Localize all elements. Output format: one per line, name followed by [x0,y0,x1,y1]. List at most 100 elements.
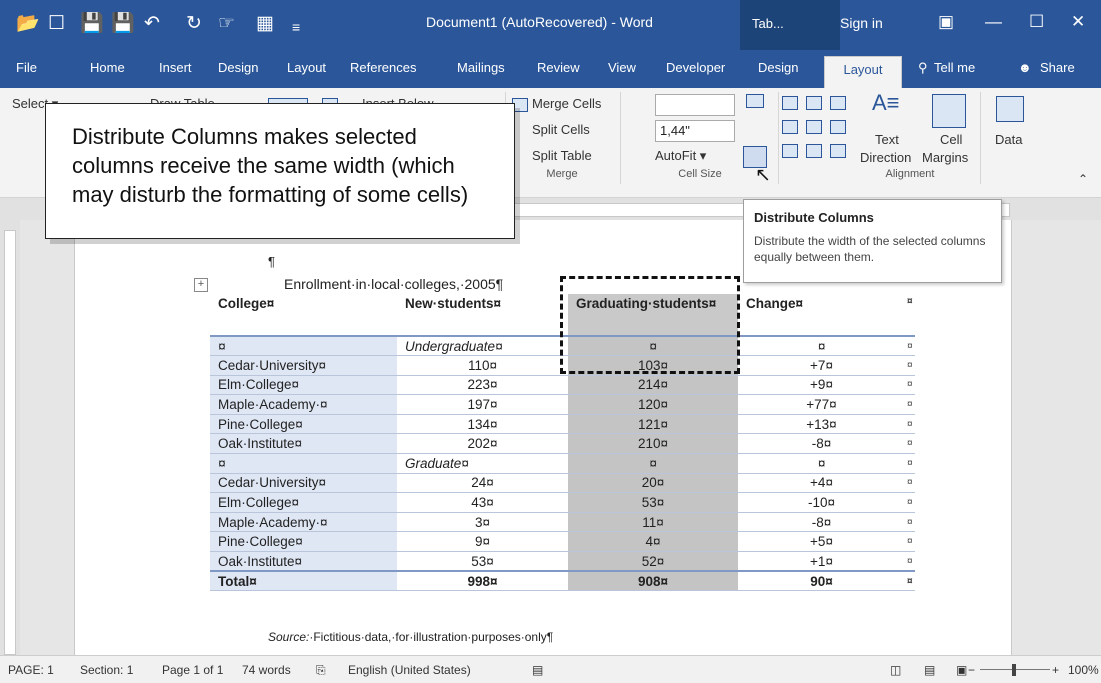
text-direction-label-2[interactable]: Direction [860,150,911,165]
align-top-right-icon[interactable] [830,96,846,110]
table-row[interactable]: Cedar·University¤ 24¤ 20¤ +4¤ ¤ [210,473,915,494]
table-cell[interactable]: 908¤ [568,570,738,592]
new-document-icon[interactable]: ☐ [48,13,65,35]
tab-review[interactable]: Review [537,60,580,75]
align-bottom-right-icon[interactable] [830,144,846,158]
page-indicator[interactable]: PAGE: 1 [8,663,54,677]
zoom-level[interactable]: 100% [1068,663,1099,677]
text-direction-icon[interactable]: A≡ [872,90,900,116]
table-cell[interactable]: 90¤ [738,570,905,592]
table-cell[interactable]: 20¤ [568,473,738,494]
undo-icon[interactable]: ↶ [144,13,160,35]
word-count[interactable]: 74 words [242,663,291,677]
cell-margins-icon[interactable] [932,94,966,128]
table-cell[interactable]: Undergraduate¤ [397,336,568,357]
cell-height-field[interactable] [655,94,735,116]
table-row[interactable]: Maple·Academy·¤ 3¤ 11¤ -8¤ ¤ [210,512,915,533]
table-cell[interactable]: 210¤ [568,433,738,455]
table-cell[interactable]: Total¤ [210,570,397,592]
table-quick-icon[interactable]: ▦ [256,13,274,35]
language-indicator[interactable]: English (United States) [348,663,471,677]
table-cell[interactable]: 43¤ [397,492,568,513]
read-mode-icon[interactable]: ◫ [890,663,901,677]
table-cell[interactable]: Oak·Institute¤ [210,433,397,455]
ribbon-display-icon[interactable]: ▣ [938,12,954,32]
align-bottom-left-icon[interactable] [782,144,798,158]
tab-references[interactable]: References [350,60,416,75]
share-button[interactable]: Share [1040,60,1075,75]
table-cell[interactable]: +5¤ [738,531,905,553]
table-cell[interactable]: +77¤ [738,394,905,415]
customize-qat-icon[interactable]: ≡ [292,16,300,38]
table-row[interactable]: Oak·Institute¤ 202¤ 210¤ -8¤ ¤ [210,433,915,455]
table-cell[interactable]: ¤ [210,453,397,474]
split-cells-button[interactable]: Split Cells [532,122,590,137]
table-cell[interactable]: Oak·Institute¤ [210,551,397,572]
zoom-slider-thumb[interactable] [1012,664,1016,676]
header-cell[interactable]: Change¤ [738,294,905,337]
tab-design[interactable]: Design [218,60,258,75]
table-cell[interactable]: Elm·College¤ [210,492,397,513]
tab-developer[interactable]: Developer [666,60,725,75]
table-cell[interactable]: Pine·College¤ [210,531,397,553]
sign-in-link[interactable]: Sign in [840,15,883,31]
distribute-rows-icon[interactable] [746,94,764,108]
open-folder-icon[interactable]: 📂 [16,13,40,35]
table-cell[interactable]: 11¤ [568,512,738,533]
table-total-row[interactable]: Total¤ 998¤ 908¤ 90¤ ¤ [210,570,915,592]
table-cell[interactable]: +4¤ [738,473,905,494]
redo-icon[interactable]: ↻ [186,13,202,35]
table-cell[interactable]: 197¤ [397,394,568,415]
cell-margins-label-1[interactable]: Cell [940,132,962,147]
table-cell[interactable]: 121¤ [568,414,738,435]
header-cell[interactable]: New·students¤ [397,294,568,337]
align-top-left-icon[interactable] [782,96,798,110]
merge-cells-button[interactable]: Merge Cells [532,96,601,111]
table-cell[interactable]: 202¤ [397,433,568,455]
save-icon[interactable]: 💾 [80,13,104,35]
table-cell[interactable]: -8¤ [738,512,905,533]
table-cell[interactable]: 110¤ [397,355,568,376]
table-cell[interactable]: 120¤ [568,394,738,415]
table-cell[interactable]: Graduate¤ [397,453,568,474]
section-indicator[interactable]: Section: 1 [80,663,133,677]
table-cell[interactable]: +13¤ [738,414,905,435]
split-table-button[interactable]: Split Table [532,148,592,163]
table-row[interactable]: Pine·College¤ 134¤ 121¤ +13¤ ¤ [210,414,915,435]
tab-home[interactable]: Home [90,60,125,75]
table-cell[interactable]: ¤ [568,453,738,474]
table-cell[interactable]: Maple·Academy·¤ [210,512,397,533]
zoom-out-icon[interactable]: − [968,663,975,677]
table-cell[interactable]: 52¤ [568,551,738,572]
tab-insert[interactable]: Insert [159,60,192,75]
save-as-icon[interactable]: 💾 [111,13,135,35]
tab-view[interactable]: View [608,60,636,75]
table-cell[interactable]: +1¤ [738,551,905,572]
table-group-row[interactable]: ¤ Graduate¤ ¤ ¤ ¤ [210,453,915,474]
table-cell[interactable]: +7¤ [738,355,905,376]
table-cell[interactable]: Maple·Academy·¤ [210,394,397,415]
tell-me-box[interactable]: Tell me [934,60,975,75]
table-cell[interactable]: ¤ [210,336,397,357]
autofit-dropdown[interactable]: AutoFit ▾ [655,148,706,164]
web-layout-icon[interactable]: ▣ [956,663,967,677]
align-middle-left-icon[interactable] [782,120,798,134]
table-move-handle[interactable]: + [194,278,208,292]
align-middle-center-icon[interactable] [806,120,822,134]
table-cell[interactable]: Elm·College¤ [210,375,397,396]
data-button[interactable]: Data [995,132,1022,147]
table-cell[interactable]: 24¤ [397,473,568,494]
align-bottom-center-icon[interactable] [806,144,822,158]
table-cell[interactable]: 4¤ [568,531,738,553]
print-layout-icon[interactable]: ▤ [924,663,935,677]
table-cell[interactable]: 53¤ [568,492,738,513]
zoom-in-icon[interactable]: + [1052,663,1059,677]
table-cell[interactable]: -10¤ [738,492,905,513]
tab-table-design[interactable]: Design [758,60,798,75]
table-row[interactable]: Maple·Academy·¤ 197¤ 120¤ +77¤ ¤ [210,394,915,415]
minimize-icon[interactable]: — [985,12,1002,32]
table-row[interactable]: Elm·College¤ 43¤ 53¤ -10¤ ¤ [210,492,915,513]
page-count[interactable]: Page 1 of 1 [162,663,223,677]
table-cell[interactable]: Cedar·University¤ [210,473,397,494]
table-cell[interactable]: 53¤ [397,551,568,572]
